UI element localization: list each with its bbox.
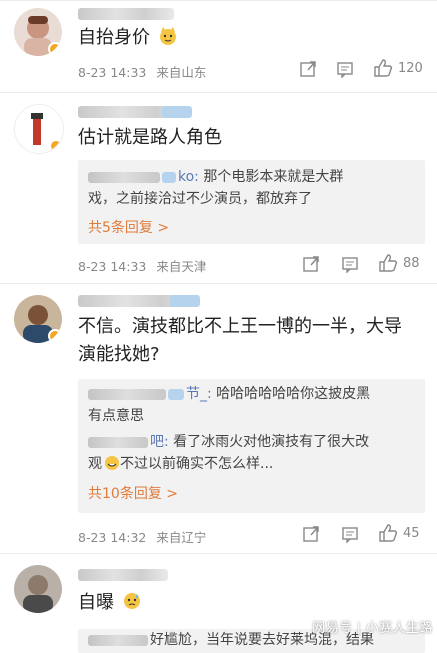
reply-text: 有点意思 (88, 408, 144, 424)
comment-text-line: 演能找她? (78, 344, 160, 365)
comment-date: 8-23 14:33 (78, 259, 147, 274)
reply-text: 戏，之前接洽过不少演员，都放弃了 (88, 191, 312, 207)
reply-author: 节_: (186, 386, 212, 402)
reply-text: 不过以前确实不怎么样... (120, 456, 274, 472)
like-count: 120 (398, 60, 423, 76)
like-icon (379, 524, 398, 542)
verified-badge-icon (48, 42, 62, 56)
comment-meta: 8-23 14:32 来自辽宁 (78, 527, 206, 546)
comment-location: 来自辽宁 (156, 530, 207, 545)
username-blurred[interactable] (78, 8, 174, 20)
watermark-source: 网易号 (312, 621, 353, 636)
reply-line: 戏，之前接洽过不少演员，都放弃了 (88, 188, 418, 210)
verified-badge-icon (48, 329, 62, 343)
comment-button[interactable] (341, 255, 359, 273)
comment-text-content: 自抬身价 (78, 27, 150, 48)
reply-line: 吧: 看了冰雨火对他演技有了很大改 (88, 431, 418, 453)
reply-author-blurred (88, 171, 160, 183)
like-count: 88 (403, 255, 420, 271)
cat-face-emoji-icon (159, 27, 176, 45)
avatar[interactable] (14, 8, 62, 56)
comment-text: 估计就是路人角色 (78, 124, 428, 152)
comment-text: 不信。演技都比不上王一博的一半，大导 演能找她? (78, 313, 428, 369)
comment-1: 自抬身价 8-23 14:33 来自山东 120 (0, 0, 437, 92)
avatar[interactable] (14, 295, 62, 343)
comment-icon (342, 527, 358, 543)
reply-line: 观 不过以前确实不怎么样... (88, 453, 418, 475)
like-count: 45 (403, 525, 420, 541)
verified-badge-icon (49, 139, 63, 153)
laugh-emoji-icon (105, 456, 119, 470)
comment-meta: 8-23 14:33 来自天津 (78, 256, 206, 275)
reply-text: 那个电影本来就是大群 (198, 169, 344, 185)
share-button[interactable] (299, 60, 317, 78)
watermark-author: 小赛人生路 (365, 621, 433, 636)
avatar-image-icon (23, 575, 53, 613)
like-button[interactable]: 120 (373, 58, 423, 78)
like-button[interactable]: 45 (378, 523, 420, 543)
comment-text-content: 估计就是路人角色 (78, 127, 222, 148)
comment-button[interactable] (336, 60, 354, 78)
reply-text: 看了冰雨火对他演技有了很大改 (168, 434, 370, 450)
more-replies-link[interactable]: 共10条回复 > (88, 483, 178, 503)
comment-text-content: 自曝 (78, 592, 114, 613)
sweat-face-emoji-icon (123, 593, 140, 609)
comment-text: 自曝 (78, 589, 428, 617)
like-button[interactable]: 88 (378, 253, 420, 273)
comment-2: 估计就是路人角色 ko: 那个电影本来就是大群 戏，之前接洽过不少演员，都放弃了… (0, 92, 437, 290)
reply-author-blurred-tag (162, 171, 176, 183)
reply-box[interactable]: ko: 那个电影本来就是大群 戏，之前接洽过不少演员，都放弃了 共5条回复 > (78, 160, 425, 244)
reply-line: ko: 那个电影本来就是大群 (88, 166, 418, 188)
reply-text: 哈哈哈哈哈哈你这披皮黑 (211, 386, 371, 402)
comment-meta: 8-23 14:33 来自山东 (78, 62, 206, 81)
username-blurred[interactable] (78, 106, 192, 118)
comment-button[interactable] (341, 525, 359, 543)
reply-author-blurred (88, 436, 148, 448)
comment-date: 8-23 14:32 (78, 530, 147, 545)
reply-author-blurred (88, 388, 166, 400)
comment-date: 8-23 14:33 (78, 65, 147, 80)
more-replies-link[interactable]: 共5条回复 > (88, 217, 169, 237)
watermark-separator: | (356, 621, 362, 636)
comment-location: 来自山东 (156, 65, 207, 80)
reply-line: 节_: 哈哈哈哈哈哈你这披皮黑 (88, 383, 418, 405)
reply-author: ko: (178, 169, 199, 185)
reply-line: 有点意思 (88, 405, 418, 427)
reply-author-blurred-tag (168, 388, 184, 400)
reply-author-blurred (88, 634, 148, 646)
reply-author: 吧: (150, 434, 169, 450)
comment-icon (342, 257, 358, 273)
share-icon (303, 526, 319, 542)
like-icon (379, 254, 398, 272)
username-blurred[interactable] (78, 569, 168, 581)
share-button[interactable] (302, 255, 320, 273)
username-blurred[interactable] (78, 295, 200, 307)
comment-3: 不信。演技都比不上王一博的一半，大导 演能找她? 节_: 哈哈哈哈哈哈你这披皮黑… (0, 283, 437, 553)
reply-box[interactable]: 节_: 哈哈哈哈哈哈你这披皮黑 有点意思 吧: 看了冰雨火对他演技有了很大改 观… (78, 379, 425, 513)
reply-text: 观 (88, 456, 102, 472)
comment-location: 来自天津 (156, 259, 207, 274)
like-icon (374, 59, 393, 77)
share-icon (303, 256, 319, 272)
share-button[interactable] (302, 525, 320, 543)
watermark: 网易号 | 小赛人生路 (312, 617, 433, 636)
comment-icon (337, 62, 353, 78)
comment-text-line: 不信。演技都比不上王一博的一半，大导 (78, 316, 402, 337)
avatar[interactable] (14, 104, 64, 154)
avatar[interactable] (14, 565, 62, 613)
comment-text: 自抬身价 (78, 24, 428, 52)
share-icon (300, 61, 316, 77)
